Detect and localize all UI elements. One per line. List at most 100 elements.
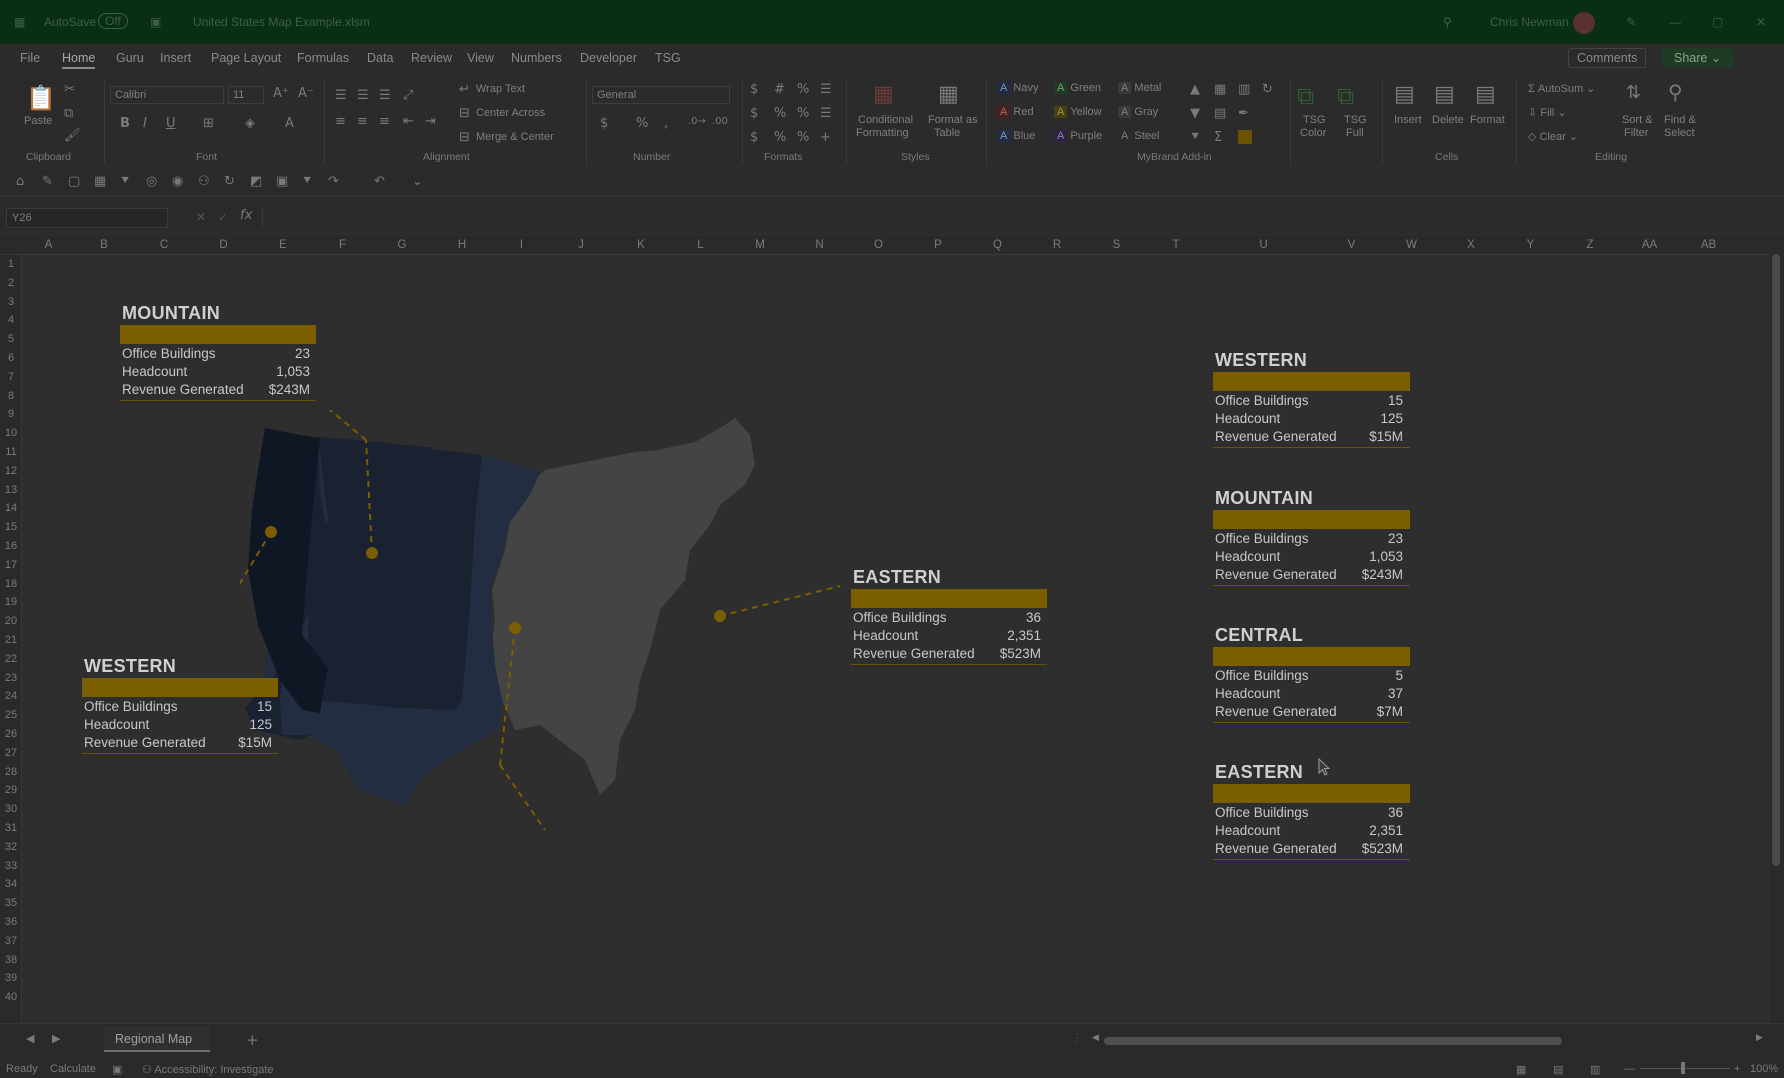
merge-center-icon[interactable]: ⊟ bbox=[459, 130, 470, 145]
align-middle-icon[interactable]: ☰ bbox=[357, 88, 369, 103]
column-header-b[interactable]: B bbox=[100, 239, 108, 251]
qat-redo-icon[interactable]: ↷ bbox=[328, 174, 339, 189]
format-dollar-3-icon[interactable]: $ bbox=[750, 130, 758, 145]
row-header-26[interactable]: 26 bbox=[0, 728, 22, 740]
row-header-17[interactable]: 17 bbox=[0, 559, 22, 571]
format-as-table-label-2[interactable]: Table bbox=[934, 127, 960, 139]
row-header-9[interactable]: 9 bbox=[0, 408, 22, 420]
tsg-color-label-2[interactable]: Color bbox=[1300, 127, 1326, 139]
increase-decimal-icon[interactable]: .0→ bbox=[688, 116, 706, 127]
format-plus-icon[interactable]: + bbox=[820, 130, 831, 145]
arrow-down-icon[interactable]: ▼ bbox=[1190, 106, 1200, 121]
row-header-15[interactable]: 15 bbox=[0, 521, 22, 533]
row-header-8[interactable]: 8 bbox=[0, 390, 22, 402]
refresh-icon[interactable]: ↻ bbox=[1262, 82, 1273, 97]
tsg-color-label[interactable]: TSG bbox=[1303, 114, 1326, 126]
align-bottom-icon[interactable]: ☰ bbox=[379, 88, 391, 103]
decrease-indent-icon[interactable]: ⇤ bbox=[403, 114, 414, 129]
format-painter-icon[interactable]: 🖌 bbox=[64, 128, 81, 143]
row-header-6[interactable]: 6 bbox=[0, 352, 22, 364]
format-percent-icon[interactable]: % bbox=[797, 82, 809, 97]
paste-label[interactable]: Paste bbox=[24, 115, 52, 127]
brand-steel-button[interactable]: A Steel bbox=[1118, 130, 1159, 142]
row-header-35[interactable]: 35 bbox=[0, 897, 22, 909]
column-header-z[interactable]: Z bbox=[1586, 239, 1593, 251]
row-header-12[interactable]: 12 bbox=[0, 465, 22, 477]
row-header-14[interactable]: 14 bbox=[0, 502, 22, 514]
add-sheet-icon[interactable]: + bbox=[246, 1031, 259, 1049]
tab-file[interactable]: File bbox=[20, 51, 40, 65]
sheet-tab-regional-map[interactable]: Regional Map bbox=[104, 1026, 210, 1052]
qat-customize-icon[interactable]: ⌄ bbox=[412, 174, 423, 189]
search-icon[interactable]: ⚲ bbox=[1443, 15, 1452, 29]
cut-icon[interactable]: ✂ bbox=[64, 82, 75, 97]
calculate-button[interactable]: Calculate bbox=[50, 1063, 96, 1075]
page-break-view-icon[interactable]: ▥ bbox=[1590, 1063, 1600, 1076]
mountain-marker[interactable] bbox=[366, 547, 378, 559]
grow-font-icon[interactable]: A⁺ bbox=[273, 86, 289, 101]
row-header-23[interactable]: 23 bbox=[0, 672, 22, 684]
qat-image-icon[interactable]: ▣ bbox=[276, 174, 288, 189]
filter-down-icon[interactable]: ⯆ bbox=[1190, 130, 1200, 145]
decrease-decimal-icon[interactable]: .00 bbox=[712, 116, 728, 127]
format-as-table-label[interactable]: Format as bbox=[928, 114, 978, 126]
save-icon[interactable]: ▣ bbox=[150, 15, 161, 29]
prev-sheet-icon[interactable]: ◀ bbox=[26, 1032, 34, 1045]
column-header-m[interactable]: M bbox=[755, 239, 765, 251]
column-header-u[interactable]: U bbox=[1259, 239, 1267, 251]
qat-undo-icon[interactable]: ↶ bbox=[374, 174, 385, 189]
row-header-21[interactable]: 21 bbox=[0, 634, 22, 646]
eastern-marker[interactable] bbox=[714, 610, 726, 622]
insert-cells-button[interactable]: Insert bbox=[1394, 114, 1422, 126]
column-header-l[interactable]: L bbox=[697, 239, 703, 251]
tab-formulas[interactable]: Formulas bbox=[297, 51, 349, 65]
brand-blue-button[interactable]: A Blue bbox=[997, 130, 1035, 142]
format-dollar-2-icon[interactable]: $ bbox=[750, 106, 758, 121]
tab-split-handle-icon[interactable]: ⋮ bbox=[1072, 1033, 1082, 1044]
next-sheet-icon[interactable]: ▶ bbox=[52, 1032, 60, 1045]
column-header-p[interactable]: P bbox=[934, 239, 942, 251]
zoom-out-icon[interactable]: — bbox=[1624, 1063, 1635, 1075]
tab-page-layout[interactable]: Page Layout bbox=[211, 51, 281, 65]
tsg-full-label[interactable]: TSG bbox=[1344, 114, 1367, 126]
column-header-i[interactable]: I bbox=[520, 239, 523, 251]
column-header-s[interactable]: S bbox=[1113, 239, 1121, 251]
tsg-full-label-2[interactable]: Full bbox=[1346, 127, 1364, 139]
find-select-label[interactable]: Find & bbox=[1664, 114, 1696, 126]
zoom-slider-thumb[interactable] bbox=[1681, 1062, 1685, 1074]
column-header-e[interactable]: E bbox=[279, 239, 287, 251]
tab-insert[interactable]: Insert bbox=[160, 51, 191, 65]
formula-input[interactable] bbox=[262, 208, 1762, 228]
qat-funnel-icon[interactable]: ⯆ bbox=[302, 174, 312, 189]
italic-icon[interactable]: I bbox=[143, 116, 147, 131]
qat-filter-icon[interactable]: ⯆ bbox=[120, 174, 130, 189]
columns-icon[interactable]: ▥ bbox=[1238, 82, 1250, 97]
format-percent-4-icon[interactable]: % bbox=[774, 130, 786, 145]
qat-grid-icon[interactable]: ▦ bbox=[94, 174, 106, 189]
format-percent-3-icon[interactable]: % bbox=[797, 106, 809, 121]
column-header-w[interactable]: W bbox=[1406, 239, 1417, 251]
find-select-icon[interactable]: ⚲ bbox=[1668, 80, 1683, 104]
name-box[interactable]: Y26 bbox=[6, 208, 168, 228]
arrow-up-icon[interactable]: ▲ bbox=[1190, 82, 1200, 97]
row-header-30[interactable]: 30 bbox=[0, 803, 22, 815]
fill-color-icon[interactable]: ◈ bbox=[245, 116, 255, 131]
row-header-36[interactable]: 36 bbox=[0, 916, 22, 928]
row-header-11[interactable]: 11 bbox=[0, 446, 22, 458]
percent-icon[interactable]: % bbox=[636, 116, 648, 131]
row-header-2[interactable]: 2 bbox=[0, 277, 22, 289]
column-header-a[interactable]: A bbox=[45, 239, 53, 251]
tsg-full-icon[interactable]: ⧉ bbox=[1337, 82, 1354, 110]
tab-data[interactable]: Data bbox=[367, 51, 393, 65]
align-right-icon[interactable]: ≡ bbox=[379, 114, 390, 129]
tab-view[interactable]: View bbox=[467, 51, 494, 65]
minimize-icon[interactable]: — bbox=[1669, 15, 1681, 29]
font-size-select[interactable]: 11 bbox=[228, 86, 264, 104]
format-percent-5-icon[interactable]: % bbox=[797, 130, 809, 145]
qat-chart-icon[interactable]: ◩ bbox=[250, 174, 262, 189]
column-header-g[interactable]: G bbox=[398, 239, 407, 251]
row-header-25[interactable]: 25 bbox=[0, 709, 22, 721]
mountain-region-main[interactable] bbox=[302, 437, 482, 710]
tab-home[interactable]: Home bbox=[62, 51, 96, 69]
app-menu-icon[interactable]: ▦ bbox=[14, 15, 25, 29]
